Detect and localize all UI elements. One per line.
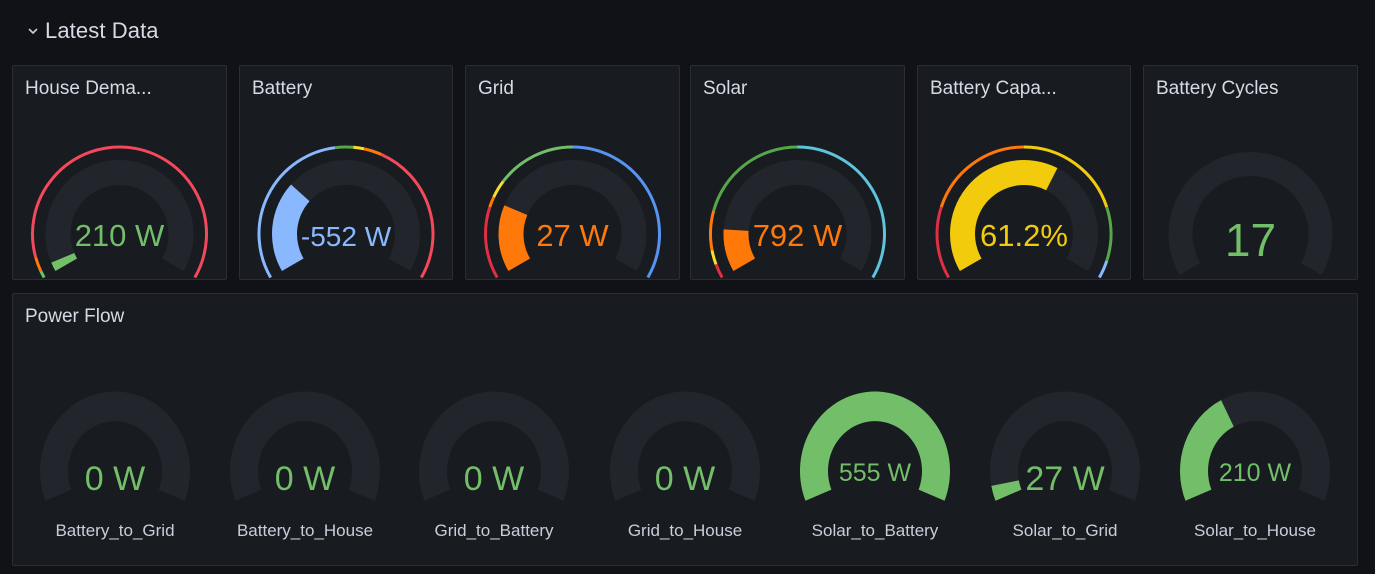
gauge-fill — [950, 160, 1058, 271]
gauge-grid: 27 W — [484, 145, 661, 279]
gauge-value: -552 W — [301, 221, 392, 252]
threshold-segment — [34, 256, 43, 272]
row-header-latest-data[interactable]: Latest Data — [26, 16, 159, 46]
gauge-fill — [498, 205, 531, 271]
panel-solar[interactable]: Solar 792 W — [690, 65, 905, 280]
flow-gauge-battery-to-grid: 0 W — [40, 391, 190, 501]
gauge-track — [45, 160, 194, 271]
chevron-down-icon — [26, 24, 40, 38]
flow-gauge-solar-to-battery: 555 W — [800, 391, 950, 501]
gauge-value: 0 W — [464, 460, 524, 498]
flow-gauge-solar-to-house: 210 W — [1179, 391, 1330, 501]
threshold-segment — [334, 145, 354, 150]
threshold-segment — [488, 196, 496, 208]
gauge-battery: -552 W — [257, 145, 435, 279]
threshold-segment — [363, 147, 382, 156]
threshold-segment — [39, 270, 46, 279]
flow-gauge-label: Solar_to_House — [1194, 521, 1316, 540]
gauge-value: 792 W — [753, 218, 843, 253]
threshold-segment — [709, 210, 716, 251]
threshold-segment — [484, 206, 499, 279]
threshold-segment — [492, 180, 505, 198]
gauge-value: 555 W — [839, 459, 912, 487]
gauge-value: 0 W — [85, 460, 145, 498]
flow-gauge-label: Battery_to_Grid — [55, 521, 175, 540]
gauge-value: 61.2% — [980, 218, 1068, 253]
gauge-value: 0 W — [655, 460, 715, 498]
flow-gauge-solar-to-grid: 27 W — [990, 391, 1140, 501]
flow-gauge-label: Solar_to_Battery — [811, 521, 939, 540]
threshold-segment — [1105, 206, 1113, 262]
row-title: Latest Data — [45, 18, 159, 43]
flow-gauge-battery-to-house: 0 W — [229, 391, 381, 501]
gauge-house-demand: 210 W — [31, 145, 208, 279]
panel-grid[interactable]: Grid 27 W — [465, 65, 680, 280]
threshold-segment — [714, 263, 724, 279]
panel-battery-cycles[interactable]: Battery Cycles 17 — [1143, 65, 1358, 280]
gauge-value: 17 — [1225, 214, 1276, 266]
gauge-solar: 792 W — [709, 145, 886, 279]
flow-gauge-label: Grid_to_House — [627, 521, 743, 540]
gauge-battery-cycles: 17 — [1168, 152, 1333, 275]
flow-gauge-label: Solar_to_Grid — [1012, 521, 1118, 540]
panel-power-flow[interactable]: Power Flow 0 W0 W0 W0 W 555 W 27 W 210 W Bat… — [12, 293, 1358, 566]
gauge-value: 27 W — [1025, 460, 1104, 498]
threshold-segment — [1098, 260, 1109, 279]
threshold-segment — [353, 145, 365, 151]
gauge-value: 210 W — [75, 218, 165, 253]
flow-gauge-label: Grid_to_Battery — [434, 521, 554, 540]
gauge-value: 0 W — [275, 460, 335, 498]
panel-battery-capacity[interactable]: Battery Capa... 61.2% — [917, 65, 1131, 280]
gauge-value: 210 W — [1219, 459, 1292, 487]
gauge-fill — [723, 229, 756, 271]
gauge-battery-capacity: 61.2% — [935, 145, 1113, 279]
panel-battery[interactable]: Battery -552 W — [239, 65, 453, 280]
flow-gauge-grid-to-house: 0 W — [610, 391, 760, 501]
panel-house-demand[interactable]: House Dema... 210 W — [12, 65, 227, 280]
flow-gauge-grid-to-battery: 0 W — [419, 391, 570, 501]
gauge-value: 27 W — [536, 218, 609, 253]
threshold-segment — [935, 206, 950, 279]
flow-gauge-label: Battery_to_House — [236, 521, 374, 540]
threshold-segment — [710, 250, 718, 265]
